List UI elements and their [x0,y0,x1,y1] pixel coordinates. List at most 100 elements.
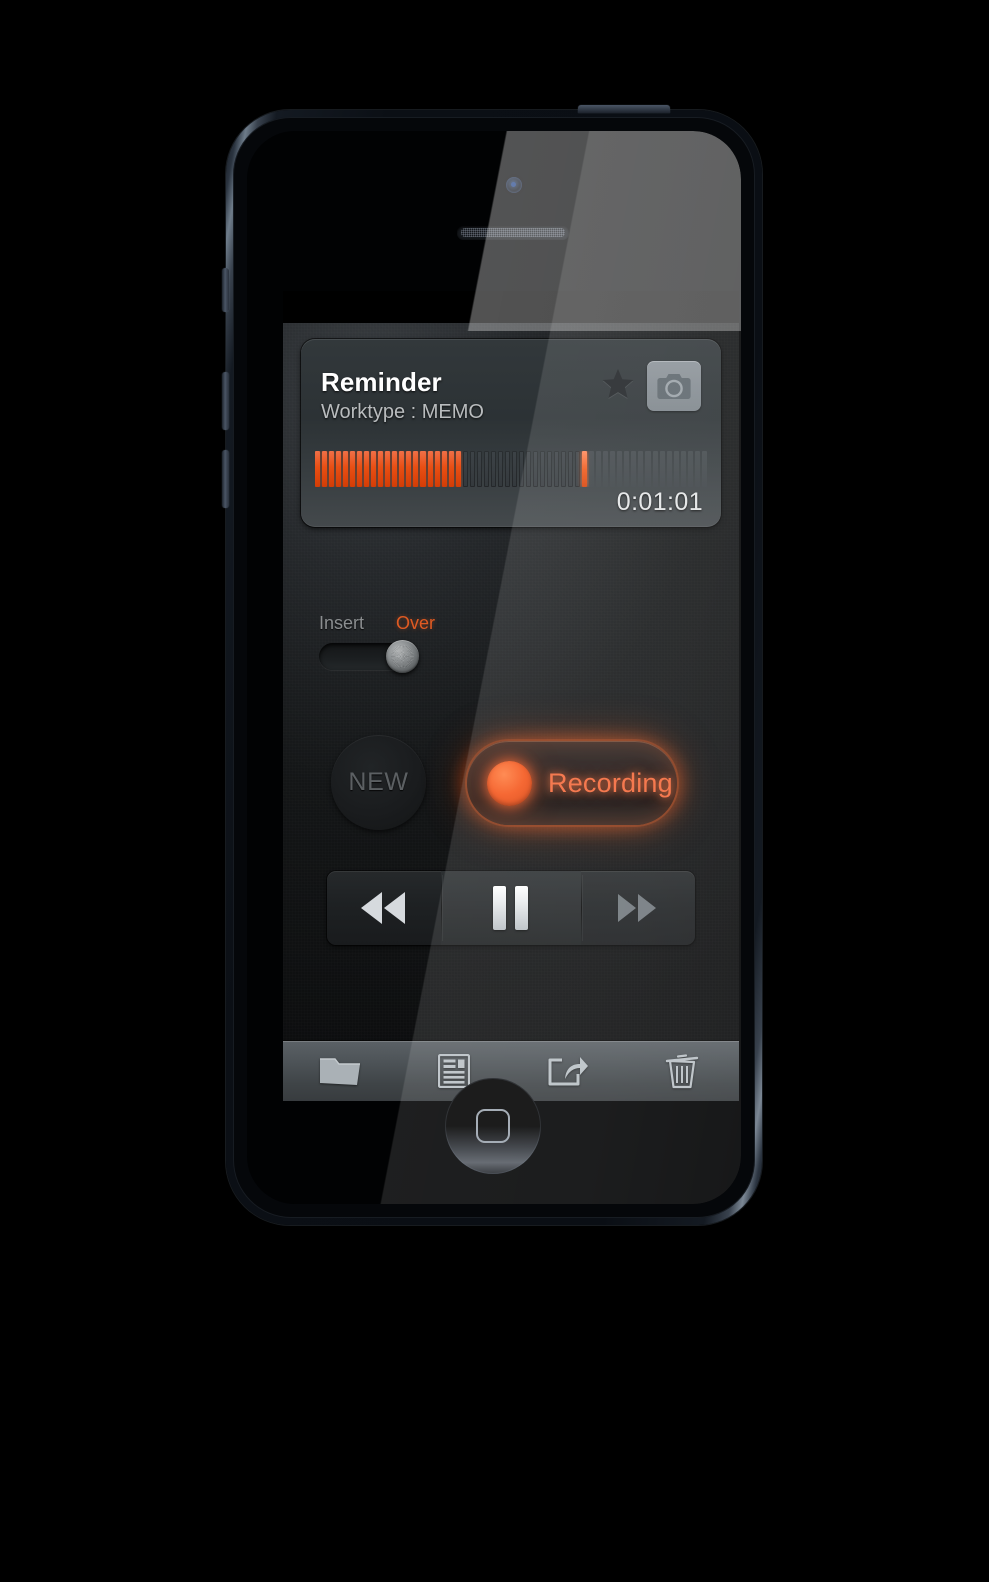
waveform-bar-empty [645,451,651,487]
memo-card[interactable]: Reminder Worktype : MEMO 0:01:01 [301,339,721,527]
trash-icon [665,1054,699,1089]
waveform-bar-empty [532,451,538,487]
waveform-bar-played [357,451,363,487]
waveform-bar-empty [617,451,623,487]
pause-icon [493,886,529,930]
waveform-bar-played [343,451,349,487]
front-camera-icon [506,177,522,193]
mode-label-insert[interactable]: Insert [319,613,364,634]
mode-toggle-labels: Insert Over [319,613,441,637]
new-button-label: NEW [348,768,409,796]
waveform-bar-empty [547,451,553,487]
waveform-bar-empty [575,451,581,487]
waveform-bar-played [336,451,342,487]
waveform-bar-played [329,451,335,487]
waveform-bar-played [441,451,447,487]
waveform-bar-empty [497,451,503,487]
waveform-cursor-bar [582,451,588,487]
fast-forward-icon [617,894,656,922]
waveform-bar-empty [469,451,475,487]
mode-label-over[interactable]: Over [396,613,435,634]
waveform-bar-empty [490,451,496,487]
waveform-bar-played [322,451,328,487]
waveform-bar-played [392,451,398,487]
waveform-bar-empty [638,451,644,487]
waveform-bar-empty [561,451,567,487]
waveform-bar-empty [610,451,616,487]
waveform-bar-played [399,451,405,487]
waveform-bar-empty [694,451,700,487]
waveform-bar-played [413,451,419,487]
share-icon [548,1057,588,1086]
waveform-bar-empty [701,451,707,487]
waveform-bar-empty [568,451,574,487]
rewind-button[interactable] [327,871,441,945]
waveform-bar-played [434,451,440,487]
waveform-bar-played [378,451,384,487]
waveform-bar-empty [589,451,595,487]
rewind-icon [361,892,406,924]
home-square-icon [476,1109,510,1143]
waveform-bar-empty [624,451,630,487]
record-dot-icon [487,760,532,806]
document-icon [438,1054,470,1088]
record-button[interactable]: Recording [467,741,677,825]
phone-front-face: Reminder Worktype : MEMO 0:01:01 Insert … [247,131,741,1204]
phone-bezel: Reminder Worktype : MEMO 0:01:01 Insert … [233,117,755,1218]
mute-switch[interactable] [222,268,229,312]
pause-button[interactable] [441,871,581,945]
waveform-bar-played [371,451,377,487]
waveform-bar-played [455,451,461,487]
waveform-bar-empty [462,451,468,487]
waveform-bar-played [364,451,370,487]
waveform-bar-played [420,451,426,487]
waveform-bar-empty [504,451,510,487]
record-button-label: Recording [548,767,673,798]
pause-bar-left [493,886,507,930]
power-button[interactable] [578,105,670,113]
waveform-bar-empty [687,451,693,487]
waveform-scrubber[interactable] [315,451,707,487]
waveform-bar-empty [540,451,546,487]
folder-icon [320,1058,360,1085]
status-bar [283,291,739,323]
home-button[interactable] [445,1078,541,1174]
waveform-bar-empty [596,451,602,487]
waveform-bar-played [406,451,412,487]
fast-forward-button[interactable] [580,871,695,945]
waveform-bar-played [315,451,321,487]
app-canvas: Reminder Worktype : MEMO 0:01:01 Insert … [283,323,739,1101]
waveform-bar-empty [518,451,524,487]
waveform-bar-empty [554,451,560,487]
waveform-bar-empty [659,451,665,487]
waveform-bar-empty [476,451,482,487]
recording-timer: 0:01:01 [616,488,703,516]
waveform-bar-played [385,451,391,487]
mode-toggle-group: Insert Over [319,613,469,673]
folder-button[interactable] [283,1041,397,1101]
waveform-bar-empty [680,451,686,487]
screenshot-stage: Reminder Worktype : MEMO 0:01:01 Insert … [0,0,989,1582]
waveform-bar-empty [631,451,637,487]
pause-bar-right [515,886,529,930]
share-button[interactable] [511,1041,625,1101]
new-memo-button[interactable]: NEW [331,735,426,830]
page-title: Reminder [321,367,442,397]
worktype-label: Worktype : MEMO [321,401,484,423]
waveform-bar-empty [511,451,517,487]
toggle-knob[interactable] [386,640,419,673]
waveform-bar-empty [483,451,489,487]
star-icon[interactable] [601,367,635,401]
camera-icon [657,373,691,399]
waveform-bar-played [448,451,454,487]
volume-up-button[interactable] [222,372,229,430]
delete-button[interactable] [625,1041,739,1101]
volume-down-button[interactable] [222,450,229,508]
mode-toggle-switch[interactable] [319,640,419,673]
waveform-bar-empty [603,451,609,487]
transport-controls [327,871,695,945]
waveform-bar-empty [673,451,679,487]
waveform-bar-empty [666,451,672,487]
device-screen: Reminder Worktype : MEMO 0:01:01 Insert … [283,291,739,1101]
camera-button[interactable] [647,361,701,411]
